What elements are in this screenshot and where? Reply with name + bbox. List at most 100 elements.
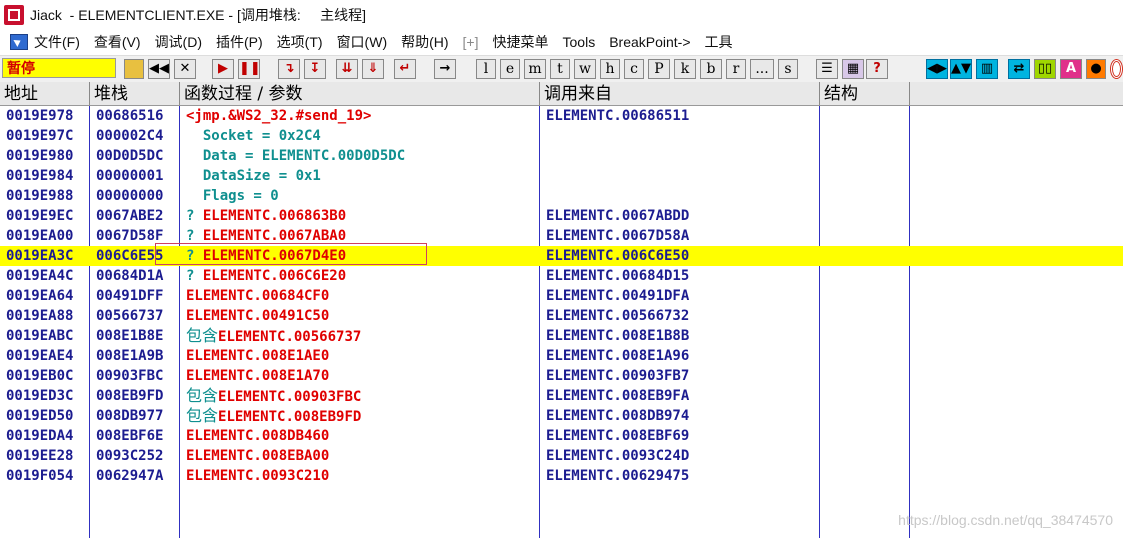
table-row[interactable]: 0019ED50 008DB977 包含ELEMENTC.008EB9FD ELEME… (0, 406, 1123, 426)
stack-cell: 008EB9FD (96, 388, 164, 404)
menu-window[interactable]: 窗口(W) (337, 32, 388, 52)
function-cell: Flags = 0 (186, 186, 279, 206)
table-row[interactable]: 0019EDA4 008EBF6E ELEMENTC.008DB460 ELEMENT… (0, 426, 1123, 446)
table-row[interactable]: 0019E978 00686516 <jmp.&WS2_32.#send_19> EL… (0, 106, 1123, 126)
table-row[interactable]: 0019EB0C 00903FBC ELEMENTC.008E1A70 ELEMENT… (0, 366, 1123, 386)
cpu-button[interactable]: c (624, 59, 644, 79)
column-header-address[interactable]: 地址 (0, 82, 90, 106)
menu-breakpoint[interactable]: BreakPoint-> (609, 34, 690, 50)
address-cell: 0019EDA4 (6, 428, 74, 444)
system-menu-icon[interactable] (10, 34, 28, 50)
stack-cell: 008EBF6E (96, 428, 164, 444)
function-prefix: ? (186, 248, 203, 264)
menu-shortcut[interactable]: 快捷菜单 (493, 32, 549, 52)
run-icon[interactable]: ▶ (212, 59, 234, 79)
rewind-icon[interactable]: ◀◀ (148, 59, 170, 79)
trace-over-icon[interactable]: ⇓ (362, 59, 384, 79)
table-row[interactable]: 0019EA00 0067D58F? ELEMENTC.0067ABA0 ELEME… (0, 226, 1123, 246)
close-icon[interactable]: ✕ (174, 59, 196, 79)
executable-modules-button[interactable]: e (500, 59, 520, 79)
menu-options[interactable]: 选项(T) (277, 32, 323, 52)
windows-button[interactable]: w (574, 59, 596, 79)
open-file-icon[interactable] (124, 59, 144, 79)
call-stack-button[interactable]: k (674, 59, 696, 79)
plugin-icon[interactable]: ▯▯ (1034, 59, 1056, 79)
stack-cell: 00903FBC (96, 368, 164, 384)
log-window-button[interactable]: l (476, 59, 496, 79)
menu-plugins[interactable]: 插件(P) (216, 32, 263, 52)
function-cell: ELEMENTC.00684CF0 (186, 286, 329, 306)
run-trace-button[interactable]: ... (750, 59, 774, 79)
pause-icon[interactable]: ❚❚ (238, 59, 261, 79)
table-row[interactable]: 0019E9EC 0067ABE2? ELEMENTC.006863B0 ELEME… (0, 206, 1123, 226)
called-from-cell: ELEMENTC.00903FB7 (546, 368, 690, 384)
arrows-horizontal-icon[interactable]: ◀▶ (926, 59, 948, 79)
function-cell: Data = ELEMENTC.00D0D5DC (186, 146, 405, 166)
grid-icon[interactable]: ▦ (842, 59, 864, 79)
table-row[interactable]: 0019EAE4 008E1A9B ELEMENTC.008E1AE0 ELEMENT… (0, 346, 1123, 366)
menu-help[interactable]: 帮助(H) (401, 32, 448, 52)
function-prefix: ? (186, 208, 203, 224)
stack-cell: 00686516 (96, 108, 164, 124)
menu-tools-cn[interactable]: 工具 (705, 32, 733, 52)
trace-into-icon[interactable]: ⇊ (336, 59, 358, 79)
memory-map-button[interactable]: m (524, 59, 546, 79)
called-from-cell: ELEMENTC.00566732 (546, 308, 690, 324)
table-row[interactable]: 0019EA64 00491DFF ELEMENTC.00684CF0 ELEMENT… (0, 286, 1123, 306)
column-header-stack[interactable]: 堆栈 (90, 82, 180, 106)
column-header-frame[interactable]: 结构 (820, 82, 910, 106)
table-row[interactable]: 0019E984 00000001 DataSize = 0x1 (0, 166, 1123, 186)
table-row[interactable]: 0019E97C 000002C4 Socket = 0x2C4 (0, 126, 1123, 146)
function-cell: ELEMENTC.008EBA00 (186, 446, 329, 466)
called-from-cell: ELEMENTC.008EB9FA (546, 388, 690, 404)
function-prefix: 包含 (186, 406, 219, 425)
table-row[interactable]: 0019F054 0062947A ELEMENTC.0093C210 ELEMENT… (0, 466, 1123, 486)
table-row[interactable]: 0019ED3C 008EB9FD 包含ELEMENTC.00903FBC ELEME… (0, 386, 1123, 406)
called-from-cell: ELEMENTC.00491DFA (546, 288, 690, 304)
execute-till-return-icon[interactable]: ↵ (394, 59, 416, 79)
address-cell: 0019EAE4 (6, 348, 74, 364)
menu-tools[interactable]: Tools (563, 34, 596, 50)
menu-view[interactable]: 查看(V) (94, 32, 141, 52)
table-row[interactable]: 0019EE28 0093C252 ELEMENTC.008EBA00 ELEMENT… (0, 446, 1123, 466)
table-row[interactable]: 0019EA88 00566737 ELEMENTC.00491C50 ELEMENT… (0, 306, 1123, 326)
address-cell: 0019E978 (6, 108, 74, 124)
references-button[interactable]: r (726, 59, 746, 79)
source-button[interactable]: s (778, 59, 798, 79)
window-title: - ELEMENTCLIENT.EXE - [调用堆栈: 主线程] (61, 7, 367, 23)
breakpoints-button[interactable]: b (700, 59, 722, 79)
a-icon[interactable]: A (1060, 59, 1082, 79)
target-icon[interactable] (1110, 59, 1123, 79)
menu-debug[interactable]: 调试(D) (155, 32, 202, 52)
list-icon[interactable]: ☰ (816, 59, 838, 79)
switch-icon[interactable]: ⇄ (1008, 59, 1030, 79)
function-cell: 包含ELEMENTC.00903FBC (186, 386, 361, 407)
patches-button[interactable]: P (648, 59, 670, 79)
go-to-icon[interactable]: → (434, 59, 456, 79)
step-into-icon[interactable]: ↴ (278, 59, 300, 79)
function-cell: DataSize = 0x1 (186, 166, 321, 186)
bars-icon[interactable]: ▥ (976, 59, 998, 79)
table-row[interactable]: 0019E980 00D0D5DC Data = ELEMENTC.00D0D5D… (0, 146, 1123, 166)
table-row-selected[interactable]: 0019EA3C 006C6E55? ELEMENTC.0067D4E0 ELEME… (0, 246, 1123, 266)
address-cell: 0019EABC (6, 328, 74, 344)
table-row[interactable]: 0019E988 00000000 Flags = 0 (0, 186, 1123, 206)
function-name: ELEMENTC.0093C210 (186, 468, 330, 484)
menu-file[interactable]: 文件(F) (34, 32, 80, 52)
function-name: ELEMENTC.006C6E20 (202, 268, 347, 284)
step-over-icon[interactable]: ↧ (304, 59, 326, 79)
help-icon[interactable]: ? (866, 59, 888, 79)
stack-cell: 00000001 (96, 168, 164, 184)
function-name: Flags = 0 (186, 188, 279, 204)
table-row[interactable]: 0019EA4C 00684D1A? ELEMENTC.006C6E20 ELEME… (0, 266, 1123, 286)
column-header-called-from[interactable]: 调用来自 (540, 82, 820, 106)
arrows-vertical-icon[interactable]: ▲▼ (950, 59, 972, 79)
handles-button[interactable]: h (600, 59, 620, 79)
table-row[interactable]: 0019EABC 008E1B8E 包含ELEMENTC.00566737 ELEME… (0, 326, 1123, 346)
function-cell: ELEMENTC.008E1A70 (186, 366, 329, 386)
record-icon[interactable]: ● (1086, 59, 1106, 79)
column-header-function[interactable]: 函数过程 / 参数 (180, 82, 540, 106)
menu-expand[interactable]: [+] (463, 34, 479, 50)
threads-button[interactable]: t (550, 59, 570, 79)
toolbar: 暂停 ◀◀ ✕ ▶ ❚❚ ↴ ↧ ⇊ ⇓ ↵ → l e m t w h c P… (0, 55, 1123, 82)
